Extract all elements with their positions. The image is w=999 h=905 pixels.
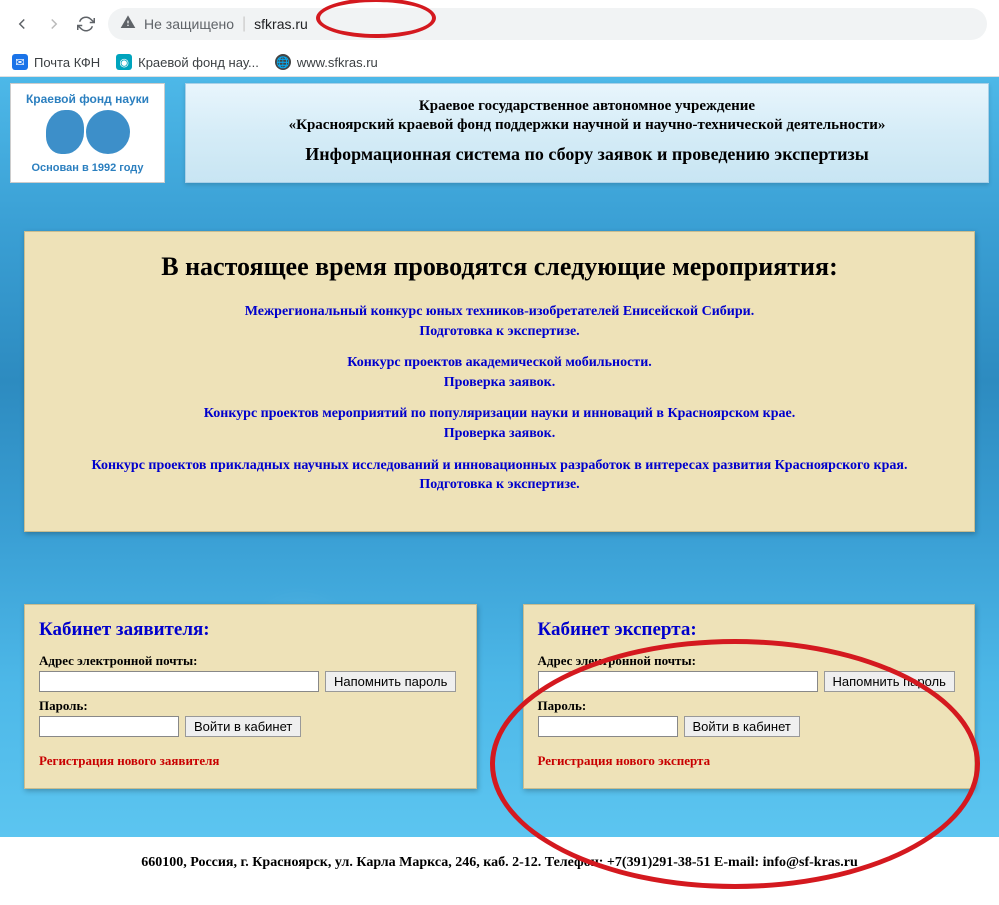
expert-panel: Кабинет эксперта: Адрес электронной почт… <box>523 604 976 789</box>
email-label: Адрес электронной почты: <box>538 653 961 669</box>
password-label: Пароль: <box>39 698 462 714</box>
bookmark-sfkras[interactable]: 🌐 www.sfkras.ru <box>275 54 378 70</box>
system-title: Информационная система по сбору заявок и… <box>206 144 968 165</box>
org-line2: «Красноярский краевой фонд поддержки нау… <box>206 117 968 134</box>
event-link[interactable]: Проверка заявок. <box>37 373 962 393</box>
expert-remind-button[interactable]: Напомнить пароль <box>824 671 955 692</box>
login-row: Кабинет заявителя: Адрес электронной поч… <box>24 604 975 789</box>
bookmark-bar: ✉ Почта КФН ◉ Краевой фонд нау... 🌐 www.… <box>0 48 999 77</box>
page-body: Краевой фонд науки Основан в 1992 году К… <box>0 77 999 837</box>
logo: Краевой фонд науки Основан в 1992 году <box>10 83 165 183</box>
logo-graphic <box>46 110 130 154</box>
expert-title: Кабинет эксперта: <box>538 619 961 641</box>
expert-register-link[interactable]: Регистрация нового эксперта <box>538 753 711 769</box>
forward-button[interactable] <box>44 14 64 34</box>
bookmark-fund[interactable]: ◉ Краевой фонд нау... <box>116 54 259 70</box>
logo-top-text: Краевой фонд науки <box>26 92 149 106</box>
insecure-icon <box>120 14 136 35</box>
address-bar[interactable]: Не защищено | sfkras.ru <box>108 8 987 40</box>
event-link[interactable]: Межрегиональный конкурс юных техников-из… <box>37 302 962 322</box>
org-line1: Краевое государственное автономное учреж… <box>206 98 968 115</box>
logo-bottom-text: Основан в 1992 году <box>31 162 143 174</box>
password-label: Пароль: <box>538 698 961 714</box>
fund-icon: ◉ <box>116 54 132 70</box>
mail-icon: ✉ <box>12 54 28 70</box>
applicant-remind-button[interactable]: Напомнить пароль <box>325 671 456 692</box>
footer-text: 660100, Россия, г. Красноярск, ул. Карла… <box>141 855 858 870</box>
bookmark-label: Краевой фонд нау... <box>138 55 259 70</box>
email-label: Адрес электронной почты: <box>39 653 462 669</box>
event-link[interactable]: Конкурс проектов академической мобильнос… <box>37 353 962 373</box>
address-separator: | <box>242 15 246 33</box>
events-panel: В настоящее время проводятся следующие м… <box>24 231 975 532</box>
event-link[interactable]: Проверка заявок. <box>37 424 962 444</box>
url-text: sfkras.ru <box>254 16 308 32</box>
applicant-password-input[interactable] <box>39 716 179 737</box>
annotation-circle-url <box>316 0 436 38</box>
applicant-title: Кабинет заявителя: <box>39 619 462 641</box>
globe-icon: 🌐 <box>275 54 291 70</box>
event-link[interactable]: Подготовка к экспертизе. <box>37 322 962 342</box>
bookmark-mail[interactable]: ✉ Почта КФН <box>12 54 100 70</box>
applicant-register-link[interactable]: Регистрация нового заявителя <box>39 753 219 769</box>
applicant-email-input[interactable] <box>39 671 319 692</box>
reload-button[interactable] <box>76 14 96 34</box>
events-title: В настоящее время проводятся следующие м… <box>37 252 962 282</box>
expert-enter-button[interactable]: Войти в кабинет <box>684 716 800 737</box>
footer: 660100, Россия, г. Красноярск, ул. Карла… <box>0 837 999 889</box>
header-banner: Краевое государственное автономное учреж… <box>185 83 989 183</box>
event-link[interactable]: Подготовка к экспертизе. <box>37 475 962 495</box>
insecure-label: Не защищено <box>144 16 234 32</box>
bookmark-label: www.sfkras.ru <box>297 55 378 70</box>
header-row: Краевой фонд науки Основан в 1992 году К… <box>0 77 999 183</box>
expert-email-input[interactable] <box>538 671 818 692</box>
browser-toolbar: Не защищено | sfkras.ru <box>0 0 999 48</box>
expert-password-input[interactable] <box>538 716 678 737</box>
event-link[interactable]: Конкурс проектов прикладных научных иссл… <box>37 456 962 476</box>
applicant-panel: Кабинет заявителя: Адрес электронной поч… <box>24 604 477 789</box>
back-button[interactable] <box>12 14 32 34</box>
event-link[interactable]: Конкурс проектов мероприятий по популяри… <box>37 404 962 424</box>
applicant-enter-button[interactable]: Войти в кабинет <box>185 716 301 737</box>
bookmark-label: Почта КФН <box>34 55 100 70</box>
